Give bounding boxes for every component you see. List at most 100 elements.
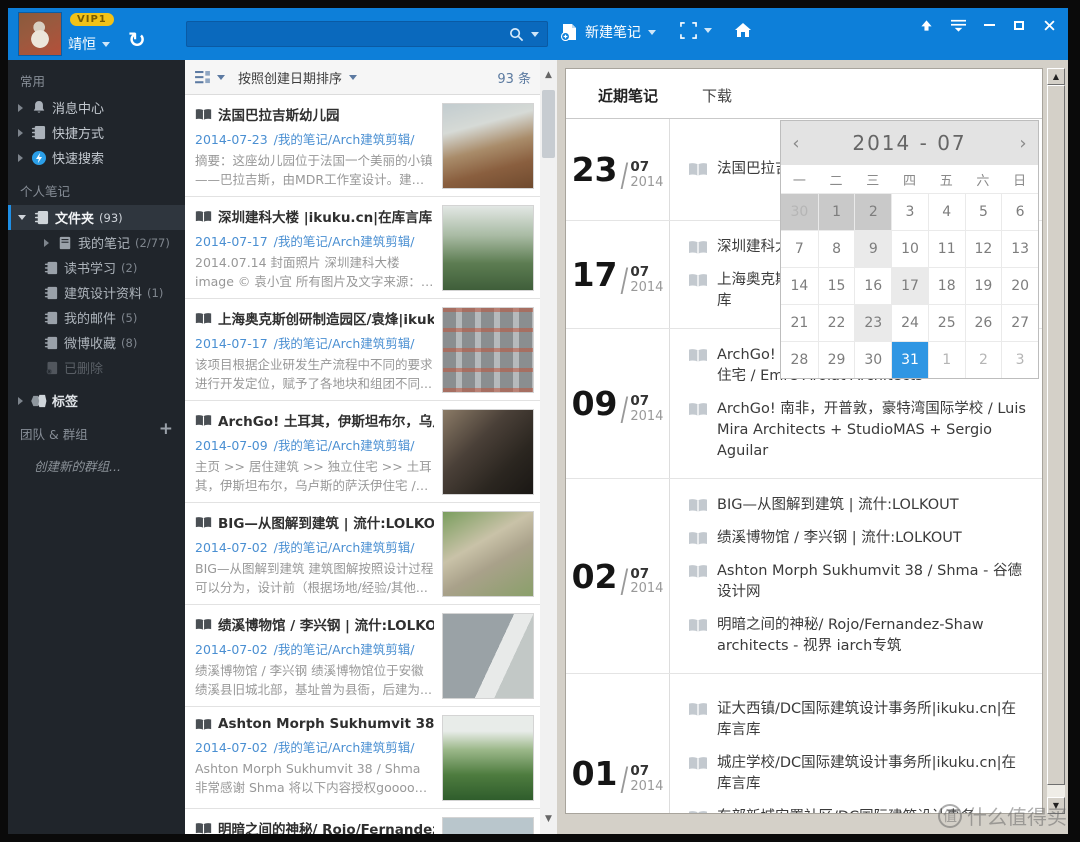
search-input[interactable] [186,21,548,47]
calendar-day-cell[interactable]: 2 [854,193,892,230]
calendar-day-cell[interactable]: 19 [964,267,1002,304]
calendar-day-cell[interactable]: 11 [927,230,965,267]
chevron-down-icon[interactable] [217,74,225,80]
username-menu[interactable]: 靖恒 [68,34,110,54]
calendar-day-cell[interactable]: 30 [781,193,818,230]
maximize-button[interactable] [1006,14,1032,36]
calendar-day-cell[interactable]: 7 [781,230,818,267]
note-list-item[interactable]: 深圳建科大楼 |ikuku.cn|在库言库 2014-07-17/我的笔记/Arc… [185,197,540,299]
expand-arrow-icon[interactable] [18,153,23,162]
expand-arrow-icon[interactable] [18,103,23,112]
sidebar-item-tags[interactable]: 标签 [8,388,185,413]
recent-note-link[interactable]: 绩溪博物馆 / 李兴钢 | 流什:LOLKOUT [688,528,1028,549]
sort-selector[interactable]: 按照创建日期排序 [238,68,342,87]
calendar-day-cell[interactable]: 22 [817,304,855,341]
calendar-day-cell[interactable]: 12 [964,230,1002,267]
calendar-prev-icon[interactable]: ‹ [781,133,811,154]
sidebar-item-arch-materials[interactable]: 建筑设计资料 (1) [8,280,185,305]
calendar-day-cell[interactable]: 3 [891,193,928,230]
create-group-link[interactable]: 创建新的群组... [8,448,185,475]
calendar-day-cell[interactable]: 15 [817,267,855,304]
calendar-day-cell[interactable]: 25 [927,304,965,341]
search-options-icon[interactable] [531,31,539,37]
recent-note-link[interactable]: ArchGo! 南非，开普敦，豪特湾国际学校 / Luis Mira Archi… [688,399,1028,462]
calendar-day-cell[interactable]: 13 [1001,230,1038,267]
calendar-day-cell[interactable]: 1 [927,341,965,378]
tab-download[interactable]: 下载 [702,85,732,106]
calendar-day-cell[interactable]: 31 [891,341,928,378]
add-group-button[interactable]: + [159,421,173,438]
user-avatar[interactable] [18,12,62,56]
sidebar-item-message-center[interactable]: 消息中心 [8,95,185,120]
calendar-day-cell[interactable]: 24 [891,304,928,341]
calendar-day-cell[interactable]: 4 [927,193,965,230]
calendar-day-cell[interactable]: 21 [781,304,818,341]
calendar-day-cell[interactable]: 9 [854,230,892,267]
expand-arrow-icon[interactable] [18,128,23,137]
recent-note-link[interactable]: Ashton Morph Sukhumvit 38 / Shma - 谷德设计网 [688,561,1028,603]
note-list-item[interactable]: 法国巴拉吉斯幼儿园 2014-07-23/我的笔记/Arch建筑剪辑/摘要：这座幼… [185,95,540,197]
chevron-down-icon[interactable] [704,28,712,33]
note-list-item[interactable]: BIG—从图解到建筑 | 流什:LOLKOUT 2014-07-02/我的笔记/A… [185,503,540,605]
note-list-item[interactable]: 绩溪博物馆 / 李兴钢 | 流什:LOLKOUT 2014-07-02/我的笔记/… [185,605,540,707]
panel-scrollbar[interactable]: ▲ ▼ [1047,68,1065,814]
recent-note-link[interactable]: BIG—从图解到建筑 | 流什:LOLKOUT [688,495,1028,516]
expand-arrow-icon[interactable] [18,396,23,405]
calendar-day-cell[interactable]: 10 [891,230,928,267]
note-list-item[interactable]: 上海奥克斯创研制造园区/袁烽|ikuk... 2014-07-17/我的笔记/Ar… [185,299,540,401]
calendar-day-cell[interactable]: 5 [964,193,1002,230]
recent-note-link[interactable]: 证大西镇/DC国际建筑设计事务所|ikuku.cn|在库言库 [688,699,1028,741]
calendar-day-cell[interactable]: 1 [817,193,855,230]
sidebar-item-folders[interactable]: 文件夹 (93) [8,205,185,230]
note-list-item[interactable]: ArchGo! 土耳其，伊斯坦布尔，乌卢... 2014-07-09/我的笔记/A… [185,401,540,503]
sync-icon[interactable]: ↻ [128,30,146,51]
calendar-day-cell[interactable]: 28 [781,341,818,378]
note-list-item[interactable]: 明暗之间的神秘/ Rojo/Fernandez-S... [185,809,540,834]
calendar-next-icon[interactable]: › [1008,133,1038,154]
search-icon[interactable] [509,27,524,42]
calendar-day-cell[interactable]: 29 [817,341,855,378]
sidebar-item-deleted[interactable]: 已删除 [8,355,185,380]
screen-capture-button[interactable] [680,22,712,39]
note-list-scrollbar[interactable]: ▲ ▼ [540,60,557,834]
calendar-day-cell[interactable]: 16 [854,267,892,304]
calendar-day-cell[interactable]: 8 [817,230,855,267]
note-list-item[interactable]: Ashton Morph Sukhumvit 38 / Shma... 2014-… [185,707,540,809]
calendar-day-cell[interactable]: 6 [1001,193,1038,230]
sidebar-item-weibo-favorites[interactable]: 微博收藏 (8) [8,330,185,355]
scrollbar-thumb[interactable] [1047,85,1065,785]
close-button[interactable] [1036,14,1062,36]
view-mode-icon[interactable] [195,70,210,84]
sidebar-item-my-notes[interactable]: 我的笔记 (2/77) [8,230,185,255]
recent-note-link[interactable]: 城庄学校/DC国际建筑设计事务所|ikuku.cn|在库言库 [688,753,1028,795]
calendar-day-cell[interactable]: 26 [964,304,1002,341]
chevron-down-icon[interactable] [648,29,656,35]
minimize-button[interactable] [976,14,1002,36]
sidebar-item-reading[interactable]: 读书学习 (2) [8,255,185,280]
scroll-up-icon[interactable]: ▲ [1047,68,1065,85]
calendar-day-cell[interactable]: 18 [927,267,965,304]
calendar-day-cell[interactable]: 30 [854,341,892,378]
collapse-arrow-icon[interactable] [18,215,26,220]
sidebar-item-my-mail[interactable]: 我的邮件 (5) [8,305,185,330]
sidebar-item-shortcuts[interactable]: 快捷方式 [8,120,185,145]
expand-arrow-icon[interactable] [44,238,49,247]
calendar-day-cell[interactable]: 27 [1001,304,1038,341]
chevron-down-icon[interactable] [349,74,358,80]
scrollbar-thumb[interactable] [542,90,555,158]
calendar-day-cell[interactable]: 2 [964,341,1002,378]
calendar-day-cell[interactable]: 3 [1001,341,1038,378]
calendar-day-cell[interactable]: 20 [1001,267,1038,304]
calendar-day-cell[interactable]: 17 [891,267,928,304]
recent-note-link[interactable]: 明暗之间的神秘/ Rojo/Fernandez-Shaw architects … [688,615,1028,657]
collapse-to-tray-button[interactable] [913,14,939,36]
home-button[interactable] [734,22,752,38]
sidebar-item-quick-search[interactable]: 快速搜索 [8,145,185,170]
tab-recent-notes[interactable]: 近期笔记 [598,85,658,106]
calendar-day-cell[interactable]: 23 [854,304,892,341]
new-note-button[interactable]: 新建笔记 [560,22,656,42]
main-menu-button[interactable] [945,14,971,36]
scroll-down-icon[interactable]: ▼ [540,810,557,828]
scroll-up-icon[interactable]: ▲ [540,66,557,84]
calendar-day-cell[interactable]: 14 [781,267,818,304]
